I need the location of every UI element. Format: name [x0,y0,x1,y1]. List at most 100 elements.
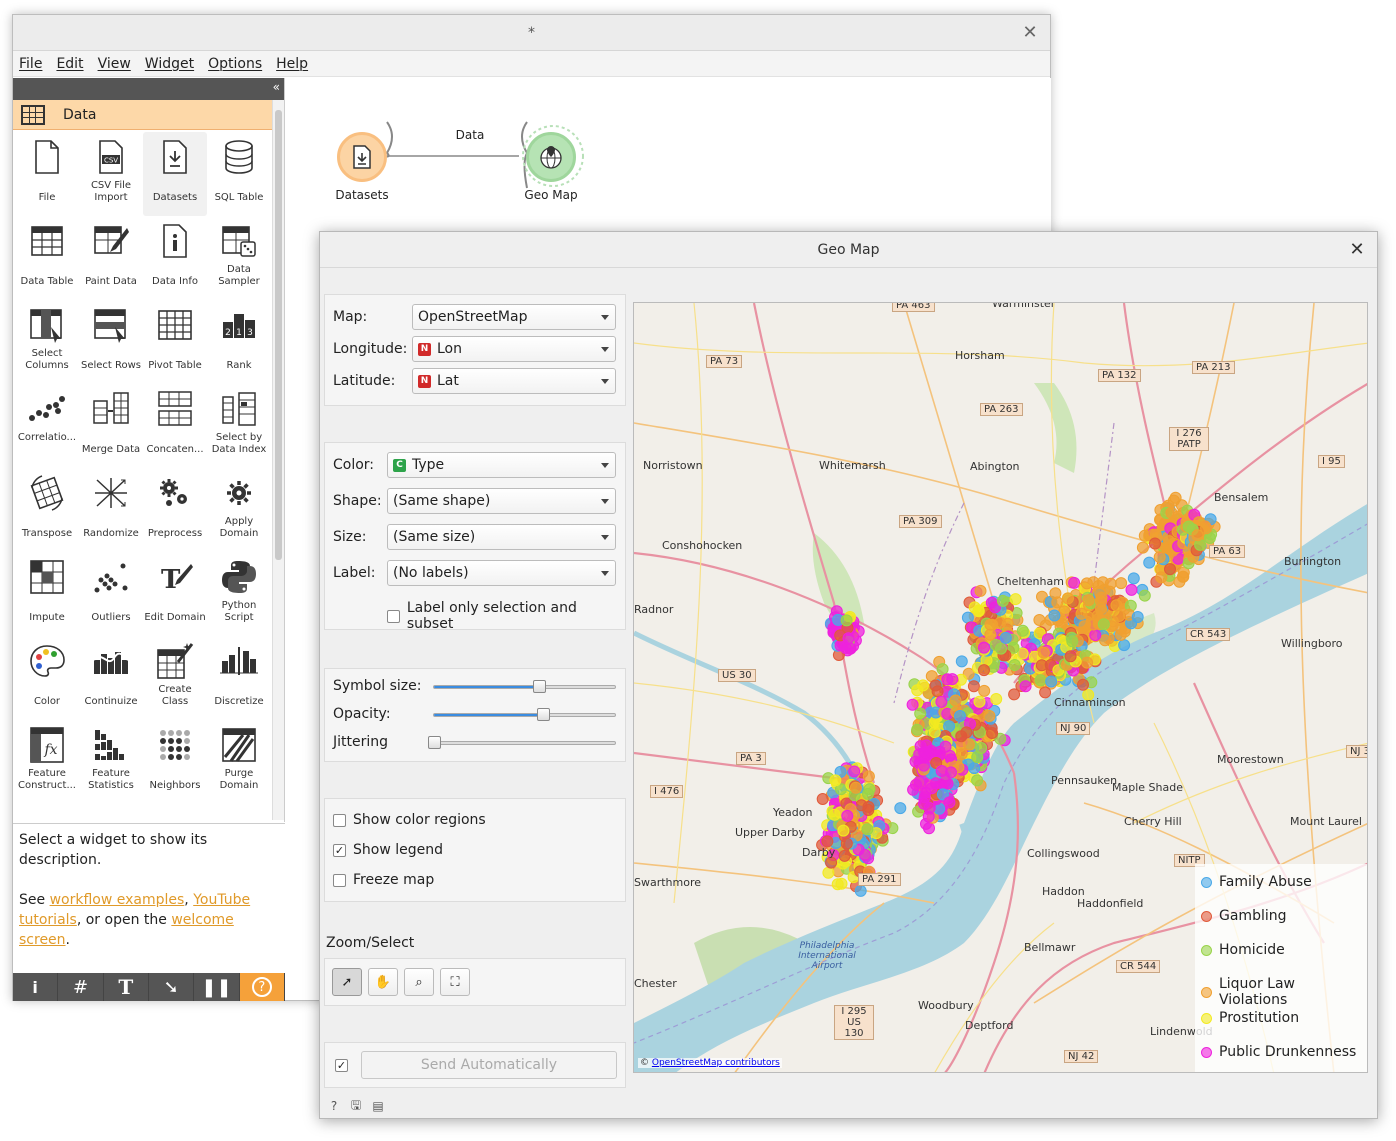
widget-impute[interactable]: Impute [15,552,79,636]
widget-edit-domain[interactable]: TEdit Domain [143,552,207,636]
zoom-tool-button[interactable]: ⌕ [404,968,434,996]
help-icon[interactable]: ? [326,1098,342,1114]
jittering-slider[interactable] [433,741,616,745]
toolbox-scrollbar[interactable] [272,100,284,820]
scrollbar-thumb[interactable] [275,110,282,560]
size-combo[interactable]: (Same size) [387,524,616,550]
info-button[interactable]: i [13,973,58,1001]
slider-handle[interactable] [533,680,546,693]
widget-label: Datasets [153,192,197,204]
openstreetmap-link[interactable]: OpenStreetMap contributors [652,1058,780,1068]
widget-pivot[interactable]: Pivot Table [143,300,207,384]
widget-gears[interactable]: Preprocess [143,468,207,552]
text-annotation-button[interactable]: T [104,973,149,1001]
widget-paint[interactable]: Paint Data [79,216,143,300]
widget-feature-statistics[interactable]: Feature Statistics [79,720,143,804]
workflow-examples-link[interactable]: workflow examples [50,892,185,908]
menu-file[interactable]: File [19,56,42,72]
map-combo[interactable]: OpenStreetMap [412,304,616,330]
label-combo[interactable]: (No labels) [387,560,616,586]
widget-merge[interactable]: Merge Data [79,384,143,468]
category-data[interactable]: Data [13,100,284,130]
latitude-combo[interactable]: NLat [412,368,616,394]
show-color-regions-checkbox[interactable]: Show color regions [333,812,486,828]
longitude-combo[interactable]: NLon [412,336,616,362]
save-icon[interactable]: 🖫 [348,1098,364,1114]
size-label: Size: [333,529,366,545]
widget-transpose[interactable]: Transpose [15,468,79,552]
bottom-toolbar: i # T ➘ ❚❚ ? [13,973,285,1001]
collapse-icon[interactable]: « [273,80,280,94]
opacity-slider[interactable] [433,713,616,717]
widget-python[interactable]: Python Script [207,552,271,636]
widget-rank[interactable]: 213Rank [207,300,271,384]
show-legend-checkbox[interactable]: ✓Show legend [333,842,443,858]
widget-dice[interactable]: Data Sampler [207,216,271,300]
checkbox-box[interactable]: ✓ [333,844,346,857]
select-tool-button[interactable]: ➚ [332,968,362,996]
widget-info[interactable]: Data Info [143,216,207,300]
widget-select-rows[interactable]: Select Rows [79,300,143,384]
widget-database[interactable]: SQL Table [207,132,271,216]
checkbox-box[interactable] [333,814,346,827]
close-icon[interactable]: ✕ [1347,240,1367,260]
widget-concatenate[interactable]: Concaten... [143,384,207,468]
color-combo[interactable]: CType [387,452,616,478]
crime-point [937,664,948,675]
widget-select-index[interactable]: Select by Data Index [207,384,271,468]
place-label: Chester [634,977,677,990]
widget-table[interactable]: Data Table [15,216,79,300]
shape-combo[interactable]: (Same shape) [387,488,616,514]
crime-point [908,784,919,795]
widget-neighbors[interactable]: Neighbors [143,720,207,804]
widget-purge-domain[interactable]: Purge Domain [207,720,271,804]
widget-datasets[interactable]: Datasets [143,132,207,216]
checkbox-box[interactable] [333,874,346,887]
arrow-annotation-button[interactable]: ➘ [149,973,194,1001]
label-only-selection-checkbox[interactable]: Label only selection and subset [387,600,625,632]
reset-zoom-button[interactable]: ⛶ [440,968,470,996]
widget-discretize[interactable]: Discretize [207,636,271,720]
csv-file-icon: CSV [92,138,130,176]
widget-select-columns[interactable]: Select Columns [15,300,79,384]
pause-button[interactable]: ❚❚ [194,973,239,1001]
place-label: Bensalem [1214,491,1268,504]
menu-widget[interactable]: Widget [145,56,194,72]
menu-help[interactable]: Help [276,56,308,72]
crime-point [969,763,980,774]
map-view[interactable]: WarminsterHorshamNorristownWhitemarshAbi… [633,302,1368,1073]
widget-create-class[interactable]: Create Class [143,636,207,720]
slider-handle[interactable] [537,708,550,721]
widget-randomize[interactable]: Randomize [79,468,143,552]
label-label: Label: [333,565,376,581]
close-icon[interactable]: ✕ [1020,23,1040,43]
checkbox-box[interactable] [387,610,400,623]
node-datasets[interactable]: Datasets [327,132,397,202]
freeze-map-checkbox[interactable]: Freeze map [333,872,434,888]
menu-options[interactable]: Options [208,56,262,72]
menu-edit[interactable]: Edit [56,56,83,72]
road-shield: PA 263 [980,403,1023,416]
widget-palette[interactable]: Color [15,636,79,720]
slider-handle[interactable] [428,736,441,749]
symbol-size-slider[interactable] [433,685,616,689]
node-geo-map[interactable]: Geo Map [516,132,586,202]
impute-icon [28,558,66,596]
or-open-text: , or open the [77,912,172,928]
widget-outliers[interactable]: Outliers [79,552,143,636]
help-button[interactable]: ? [240,973,285,1001]
widget-feature-constructor[interactable]: fxFeature Construct... [15,720,79,804]
widget-file[interactable]: File [15,132,79,216]
auto-send-checkbox[interactable]: ✓ [335,1059,348,1072]
crime-point [942,674,953,685]
widget-continuize[interactable]: Continuize [79,636,143,720]
grid-button[interactable]: # [58,973,103,1001]
pan-tool-button[interactable]: ✋ [368,968,398,996]
send-automatically-button[interactable]: Send Automatically [361,1051,617,1079]
menu-view[interactable]: View [98,56,131,72]
report-icon[interactable]: ▤ [370,1098,386,1114]
widget-csv-file[interactable]: CSVCSV File Import [79,132,143,216]
widget-gear[interactable]: Apply Domain [207,468,271,552]
file-icon [28,138,66,176]
widget-correlation[interactable]: Correlatio... [15,384,79,468]
